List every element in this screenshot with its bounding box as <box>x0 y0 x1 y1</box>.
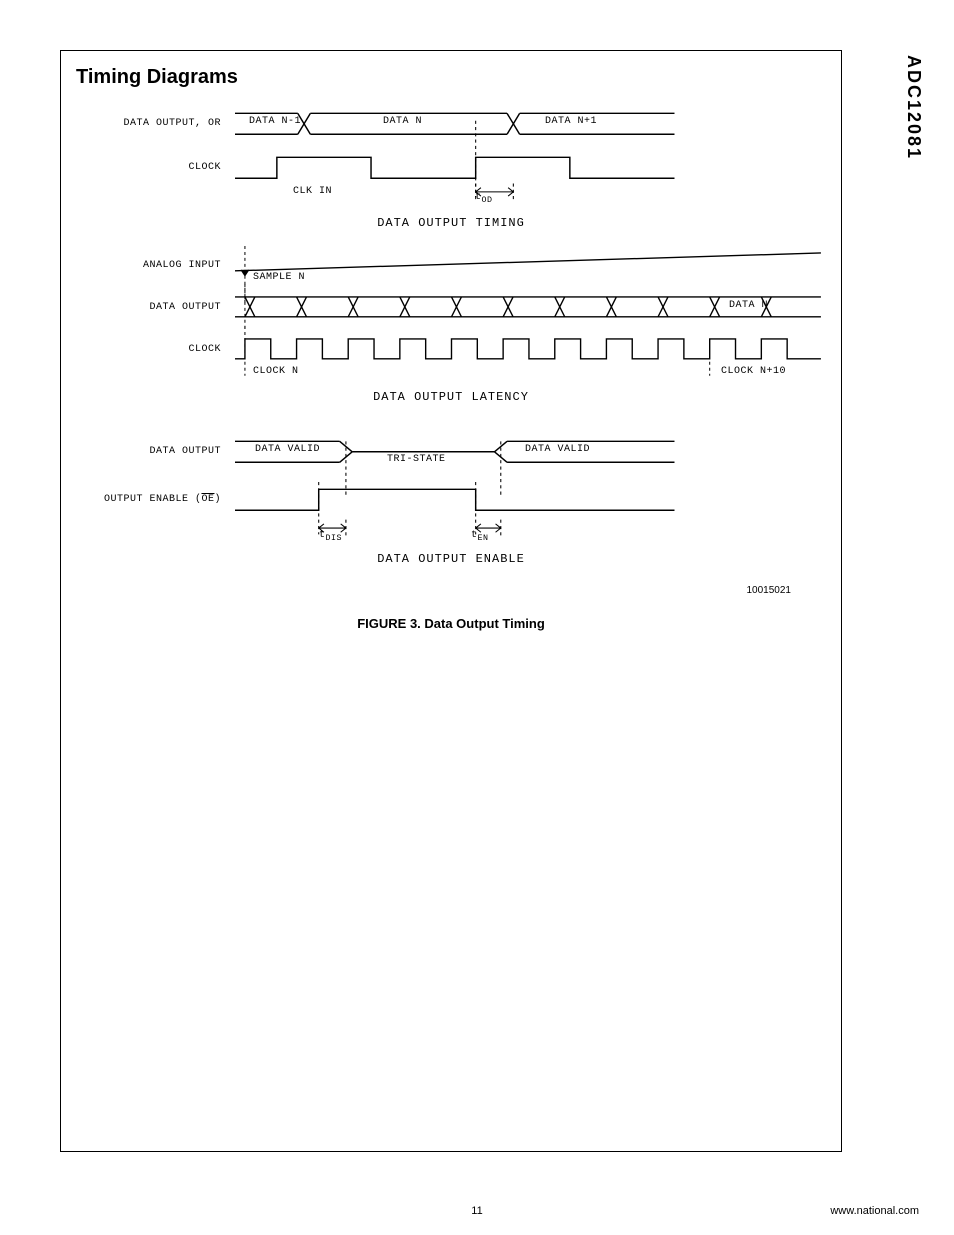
figure-caption: FIGURE 3. Data Output Timing <box>81 616 821 631</box>
seg-tristate: TRI-STATE <box>387 454 446 465</box>
label-analog-input: ANALOG INPUT <box>81 260 235 271</box>
label-data-output-2: DATA OUTPUT <box>81 302 235 313</box>
sub-clk-in: CLK IN <box>293 186 332 197</box>
section-data-output-enable: DATA OUTPUT <box>81 434 821 566</box>
timing-t-en: tEN <box>471 530 489 543</box>
part-number-label: ADC12081 <box>903 55 924 160</box>
page-number: 11 <box>0 1205 954 1217</box>
page-footer: 11 www.national.com <box>0 1205 954 1217</box>
data-seg-last: DATA N <box>729 300 768 311</box>
footer-url: www.national.com <box>830 1205 919 1217</box>
data-seg-np1: DATA N+1 <box>545 116 597 127</box>
row-analog-input: ANALOG INPUT SAMPLE N <box>81 248 821 282</box>
timing-diagram-figure: DATA OUTPUT, OR DAT <box>81 106 821 631</box>
timing-t-dis: tDIS <box>319 530 342 543</box>
title-data-output-timing: DATA OUTPUT TIMING <box>81 216 821 230</box>
row-data-output-3: DATA OUTPUT <box>81 434 821 468</box>
data-seg-nm1: DATA N-1 <box>249 116 301 127</box>
title-data-output-latency: DATA OUTPUT LATENCY <box>81 390 821 404</box>
label-clock-1: CLOCK <box>81 162 235 173</box>
timing-t-od: tOD <box>475 192 493 205</box>
seg-valid-1: DATA VALID <box>255 444 320 455</box>
seg-valid-2: DATA VALID <box>525 444 590 455</box>
data-seg-n: DATA N <box>383 116 422 127</box>
row-data-output-or: DATA OUTPUT, OR DAT <box>81 106 821 140</box>
sub-clock-n: CLOCK N <box>253 366 299 377</box>
label-output-enable: OUTPUT ENABLE (OE) <box>81 494 235 505</box>
section-data-output-latency: ANALOG INPUT SAMPLE N DATA OUTPUT <box>81 248 821 404</box>
row-clock-2: CLOCK CLOCK N CLOCK N+10 <box>81 332 821 366</box>
section-data-output-timing: DATA OUTPUT, OR DAT <box>81 106 821 230</box>
label-clock-2: CLOCK <box>81 344 235 355</box>
sub-clock-n10: CLOCK N+10 <box>721 366 786 377</box>
row-data-output-2: DATA OUTPUT <box>81 290 821 324</box>
title-data-output-enable: DATA OUTPUT ENABLE <box>81 552 821 566</box>
image-id: 10015021 <box>747 585 792 596</box>
content-frame: Timing Diagrams DATA OUTPUT, OR <box>60 50 842 1152</box>
label-data-output-3: DATA OUTPUT <box>81 446 235 457</box>
row-clock-1: CLOCK <box>81 150 821 184</box>
label-data-output-or: DATA OUTPUT, OR <box>81 118 235 129</box>
section-title: Timing Diagrams <box>76 66 238 89</box>
row-output-enable: OUTPUT ENABLE (OE) <box>81 482 821 516</box>
sub-sample-n: SAMPLE N <box>253 272 305 283</box>
